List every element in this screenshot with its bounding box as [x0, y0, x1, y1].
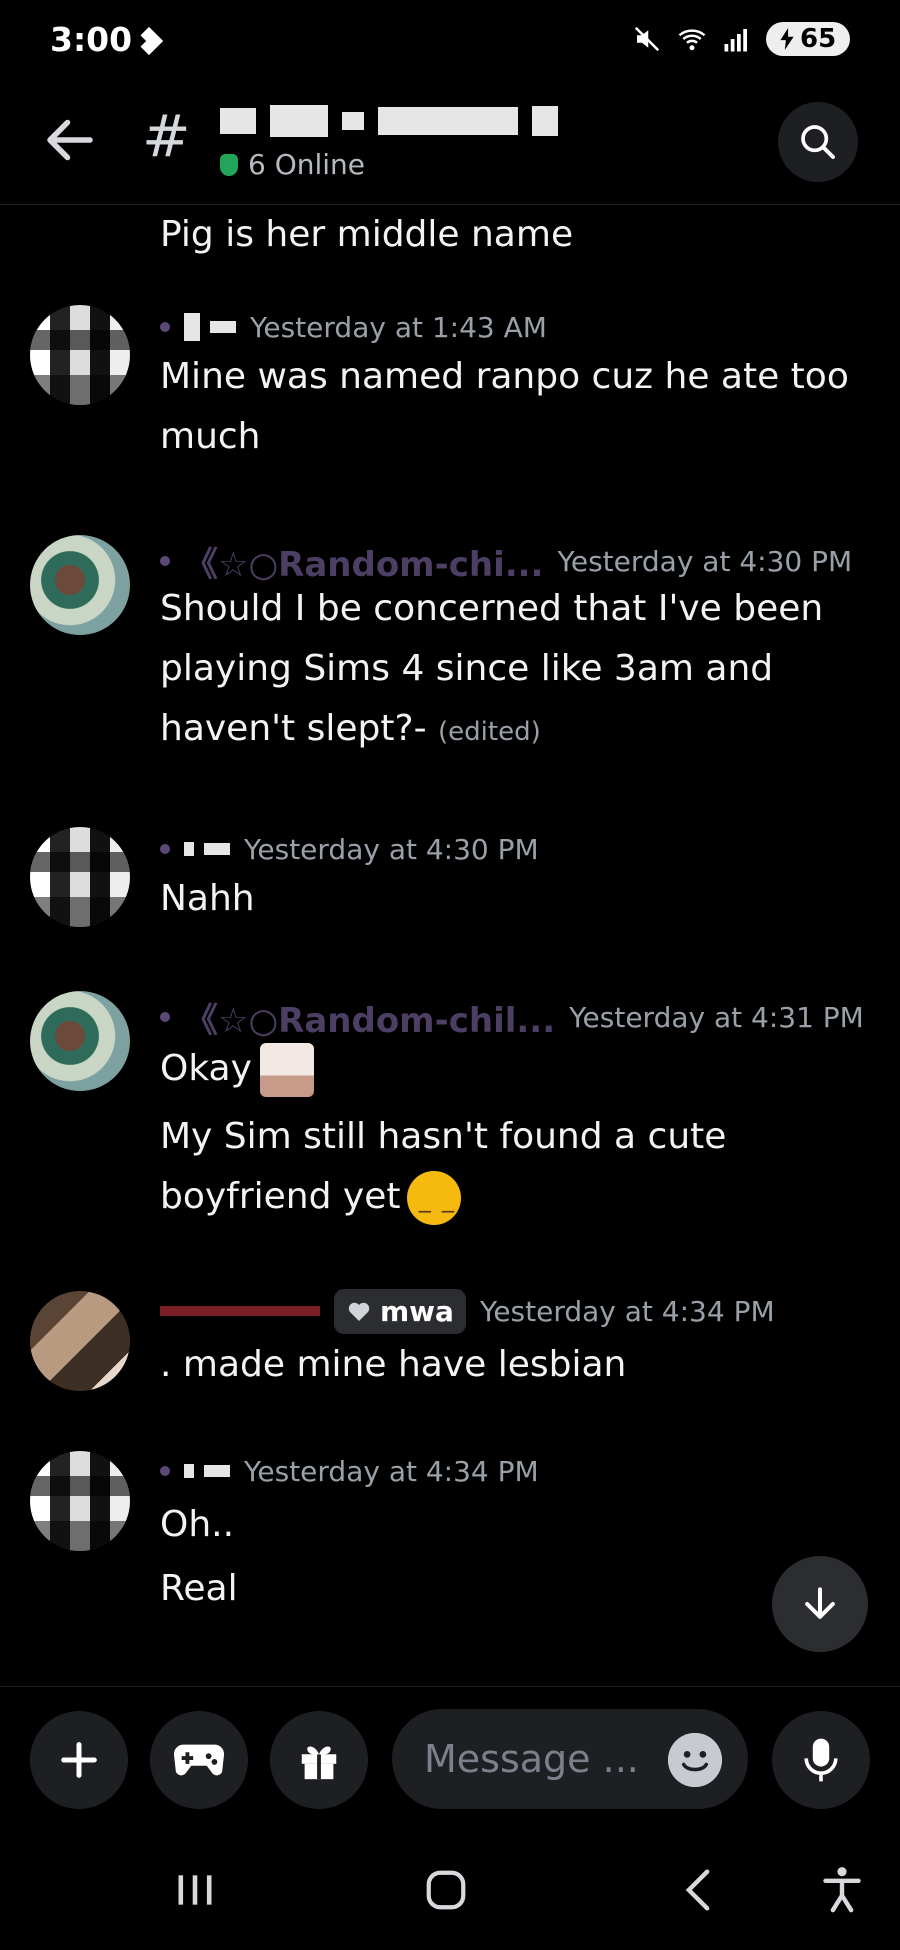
message-composer: Message ...: [0, 1686, 900, 1827]
wifi-icon: [678, 29, 706, 51]
jump-to-latest-button[interactable]: [772, 1556, 868, 1652]
username-redacted[interactable]: [160, 1306, 320, 1316]
message-text: . made mine have lesbian: [160, 1344, 627, 1385]
message-text: Mine was named ranpo cuz he ate too much: [160, 356, 849, 457]
avatar[interactable]: [30, 827, 130, 927]
system-back-button[interactable]: [668, 1860, 728, 1920]
status-time: 3:00: [50, 20, 133, 59]
arrow-down-icon: [805, 1587, 835, 1619]
username-redacted[interactable]: [184, 313, 236, 341]
message-text: My Sim still hasn't found a cute boyfrie…: [160, 1107, 860, 1241]
recents-icon: [178, 1875, 212, 1905]
message-placeholder: Message ...: [424, 1737, 639, 1781]
system-navigation-bar: [0, 1830, 900, 1950]
message-timestamp: Yesterday at 4:30 PM: [244, 832, 539, 866]
message-text: Nahh: [160, 878, 255, 919]
edited-label: (edited): [438, 717, 541, 747]
mute-icon: [634, 26, 660, 52]
battery-indicator: 65: [766, 22, 850, 56]
message-header: Yesterday at 4:30 PM: [160, 829, 539, 869]
signal-icon: [724, 29, 747, 52]
message-timestamp: Yesterday at 4:34 PM: [479, 1294, 775, 1328]
add-button[interactable]: [30, 1711, 128, 1809]
message-timestamp: Yesterday at 4:30 PM: [557, 544, 853, 578]
avatar[interactable]: [30, 1451, 130, 1551]
avatar[interactable]: [30, 535, 130, 635]
message-timestamp: Yesterday at 4:34 PM: [244, 1454, 539, 1488]
avatar[interactable]: [30, 1291, 130, 1391]
channel-header: # 6 Online: [0, 86, 900, 205]
charging-bolt-icon: [780, 28, 794, 50]
emoji-picker-button[interactable]: [668, 1733, 722, 1787]
voice-message-button[interactable]: [772, 1711, 870, 1809]
location-diamond-icon: [140, 26, 164, 56]
online-count: 6 Online: [248, 148, 366, 181]
message-list[interactable]: Pig is her middle name Yesterday at 1:43…: [0, 205, 900, 1685]
heart-icon: [348, 1302, 370, 1321]
accessibility-button[interactable]: [812, 1860, 872, 1920]
message-header: Yesterday at 4:34 PM: [160, 1451, 539, 1491]
role-icon: [160, 556, 170, 566]
message-text: Okay: [160, 1039, 860, 1099]
message-text: Real: [160, 1568, 238, 1609]
message-timestamp: Yesterday at 1:43 AM: [250, 310, 547, 344]
message-input[interactable]: Message ...: [392, 1709, 748, 1809]
username-redacted[interactable]: [184, 842, 230, 856]
search-button[interactable]: [778, 102, 858, 182]
message-username[interactable]: 《☆○Random-chil...: [184, 993, 555, 1042]
microphone-icon: [804, 1738, 838, 1782]
message-header: Yesterday at 1:43 AM: [160, 307, 547, 347]
status-icons: 65: [632, 22, 850, 56]
role-icon: [160, 1466, 170, 1476]
gift-button[interactable]: [270, 1711, 368, 1809]
avatar[interactable]: [30, 991, 130, 1091]
user-tag: mwa: [334, 1288, 466, 1334]
home-button[interactable]: [416, 1860, 476, 1920]
role-icon: [160, 1012, 170, 1022]
disappointed-emoji-icon[interactable]: [406, 1171, 461, 1241]
gift-icon: [301, 1746, 337, 1780]
message-text: Pig is her middle name: [160, 214, 574, 255]
custom-emoji-icon[interactable]: [259, 1043, 314, 1097]
emoji-icon: [668, 1733, 722, 1787]
message-header: mwa Yesterday at 4:34 PM: [160, 1288, 775, 1334]
channel-hash-icon: #: [142, 102, 191, 170]
role-icon: [160, 322, 170, 332]
message-text: Should I be concerned that I've been pla…: [160, 579, 860, 762]
back-arrow-icon[interactable]: [40, 110, 100, 170]
message-header: 《☆○Random-chil... Yesterday at 4:31 PM: [160, 997, 864, 1041]
message-header: 《☆○Random-chi... Yesterday at 4:30 PM: [160, 541, 853, 585]
message-body: Okay: [160, 1048, 252, 1089]
online-dot-icon: [220, 153, 238, 176]
search-icon: [801, 125, 835, 159]
battery-level: 65: [800, 24, 837, 54]
username-redacted[interactable]: [184, 1464, 230, 1478]
recent-apps-button[interactable]: [165, 1860, 225, 1920]
chevron-left-icon: [685, 1869, 710, 1911]
message-text: Oh..: [160, 1504, 235, 1545]
avatar[interactable]: [30, 305, 130, 405]
user-tag-label: mwa: [380, 1294, 454, 1328]
role-icon: [160, 844, 170, 854]
activities-button[interactable]: [150, 1711, 248, 1809]
plus-icon: [61, 1742, 97, 1778]
gamepad-icon: [173, 1744, 225, 1776]
message-timestamp: Yesterday at 4:31 PM: [569, 1000, 864, 1034]
accessibility-icon: [823, 1867, 861, 1913]
status-bar: 3:00 65: [0, 0, 900, 86]
channel-name-redacted[interactable]: [220, 98, 558, 144]
home-icon: [426, 1870, 466, 1910]
online-status: 6 Online: [220, 148, 365, 181]
